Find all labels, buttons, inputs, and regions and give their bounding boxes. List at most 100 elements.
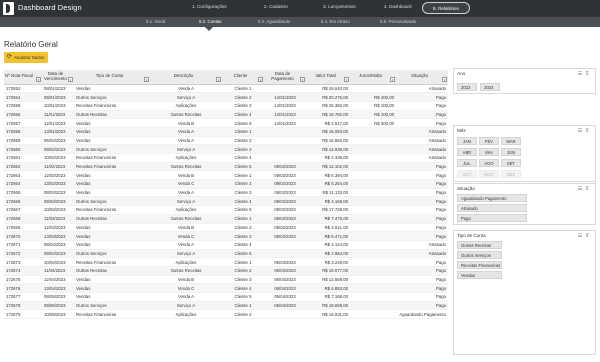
table-row[interactable]: 172665 08/03/2023 Vendas Venda A Cliente 3 09…	[4, 188, 448, 198]
filter-dropdown-icon[interactable]: ▾	[442, 76, 447, 82]
filter-dropdown-icon[interactable]: ▾	[344, 76, 349, 82]
filter-dropdown-icon[interactable]: ▾	[216, 76, 221, 82]
slicer-item-month[interactable]: ABR	[457, 148, 477, 156]
table-row[interactable]: 172663 12/02/2023 Vendas Venda B Cliente 1 09…	[4, 170, 448, 181]
slicer-item-month[interactable]: FEV	[479, 137, 499, 145]
slicer-item-month[interactable]: JUL	[457, 159, 477, 167]
table-row[interactable]: 172655 10/01/2023 Receitas Financeiras Apli…	[4, 101, 448, 111]
tab-lancamentos[interactable]: 3. Lançamentos	[323, 4, 356, 9]
slicer-item[interactable]: Aguardando Pagamento	[457, 194, 527, 202]
filter-dropdown-icon[interactable]: ▾	[144, 76, 149, 82]
cell-pagamento	[264, 84, 306, 94]
subtab-personalizado[interactable]: 5.5. Personalizado	[380, 19, 416, 24]
slicer-title: Mês	[457, 128, 466, 133]
slicer-item[interactable]: 2022	[457, 83, 477, 91]
cell-tipo-conta: Receitas Financeiras	[74, 162, 150, 172]
col-header-nota-fiscal: Nº Nota Fiscal ▾	[4, 70, 42, 85]
table-row[interactable]: 172659 06/02/2023 Vendas Venda A Cliente 2 R$…	[4, 136, 448, 146]
table-row[interactable]: 172677 08/05/2023 Vendas Venda A Cliente 5 06…	[4, 292, 448, 302]
table-row[interactable]: 172662 11/02/2023 Receitas Financeiras Outr…	[4, 162, 448, 172]
slicer-item-month[interactable]: AGO	[479, 159, 499, 167]
table-row[interactable]: 172661 10/02/2023 Receitas Financeiras Apli…	[4, 153, 448, 163]
slicer-item[interactable]: 2023	[480, 83, 500, 91]
slicer-item-month[interactable]: DEZ	[501, 170, 521, 178]
table-row[interactable]: 172678 09/05/2023 Outros Serviços Serviço A…	[4, 301, 448, 311]
table-row[interactable]: 172666 09/03/2023 Outros Serviços Serviço A…	[4, 196, 448, 207]
filter-dropdown-icon[interactable]: ▾	[36, 76, 41, 82]
filter-dropdown-icon[interactable]: ▾	[390, 76, 395, 82]
cell-pagamento: 09/02/2023	[264, 205, 306, 215]
table-row[interactable]: 172657 12/01/2023 Vendas Venda B Cliente 5 14…	[4, 118, 448, 128]
cell-valor-total: R$ 6.893,00	[306, 283, 350, 293]
table-row[interactable]: 172656 11/01/2023 Outras Receitas Outras Re…	[4, 110, 448, 120]
col-header-vencimento: Data de Vencimento ▾	[42, 70, 74, 85]
cell-situacao: Pago	[396, 266, 448, 276]
clear-filter-icon[interactable]: ⊽	[585, 71, 592, 77]
slicer-tipo-conta: Tipo de Conta ☰⊽ Outras Receitas Outros …	[453, 230, 596, 355]
table-row[interactable]: 172667 10/03/2023 Receitas Financeiras Apli…	[4, 205, 448, 215]
table-row[interactable]: 172671 08/04/2023 Vendas Venda A Cliente 4 R$…	[4, 240, 448, 250]
table-row[interactable]: 172668 11/03/2023 Outras Receitas Outras Re…	[4, 214, 448, 224]
table-row[interactable]: 172660 09/02/2023 Outros Serviços Serviço A…	[4, 144, 448, 154]
cell-nota-fiscal: 172667	[4, 205, 42, 215]
table-row[interactable]: 172675 12/04/2023 Vendas Venda B Cliente 3 06…	[4, 275, 448, 285]
cell-tipo-conta: Receitas Financeiras	[74, 101, 150, 111]
table-row[interactable]: 172658 13/01/2023 Vendas Venda A Cliente 1 R$…	[4, 127, 448, 137]
cell-pagamento: 14/01/2023	[264, 92, 306, 102]
slicer-item-month[interactable]: OUT	[457, 170, 477, 178]
table-row[interactable]: 172673 10/04/2023 Receitas Financeiras Apli…	[4, 257, 448, 267]
cell-valor-total: R$ 4.166,00	[306, 196, 350, 207]
cell-cliente: Cliente 3	[222, 188, 264, 198]
tab-dashboard[interactable]: 4. Dashboard	[384, 4, 412, 9]
cell-pagamento: 06/04/2023	[264, 283, 306, 293]
clear-filter-icon[interactable]: ⊽	[585, 128, 592, 134]
table-row[interactable]: 172654 09/01/2023 Outros Serviços Serviço A…	[4, 92, 448, 102]
slicer-item[interactable]: Outras Receitas	[457, 241, 502, 249]
slicer-item[interactable]: Outros Serviços	[457, 251, 502, 259]
slicer-item-month[interactable]: JUN	[501, 148, 521, 156]
cell-descricao: Venda B	[150, 223, 222, 233]
cell-descricao: Venda B	[150, 170, 222, 181]
refresh-data-button[interactable]: ⟳ Atualizar Dados	[4, 52, 49, 63]
slicer-item[interactable]: Receitas Financeiras	[457, 261, 502, 269]
table-row[interactable]: 172676 13/04/2023 Vendas Venda C Cliente 4 06…	[4, 283, 448, 293]
cell-nota-fiscal: 172665	[4, 188, 42, 198]
subtab-geral[interactable]: 5.1. Geral	[146, 19, 165, 24]
table-row[interactable]: 172653 08/01/2023 Vendas Venda A Cliente 1 R$…	[4, 84, 448, 94]
table-row[interactable]: 172672 09/04/2023 Outros Serviços Serviço A…	[4, 249, 448, 259]
cell-situacao: Pago	[396, 205, 448, 215]
slicer-item-month[interactable]: JAN	[457, 137, 477, 145]
subtab-em-atraso[interactable]: 5.4. Em Atraso	[321, 19, 350, 24]
table-row[interactable]: 172664 13/02/2023 Vendas Venda C Cliente 2 09…	[4, 179, 448, 189]
cell-descricao: Venda C	[150, 179, 222, 189]
cell-descricao: Serviço A	[150, 144, 222, 154]
table-row[interactable]: 172669 12/03/2023 Vendas Venda B Cliente 2 09…	[4, 223, 448, 233]
cell-cliente: Cliente 5	[222, 205, 264, 215]
table-row[interactable]: 172670 13/03/2023 Vendas Venda C Cliente 3 09…	[4, 231, 448, 241]
filter-dropdown-icon[interactable]: ▾	[68, 76, 73, 82]
cell-cliente: Cliente 3	[222, 144, 264, 154]
filter-dropdown-icon[interactable]: ▾	[258, 76, 263, 82]
filter-dropdown-icon[interactable]: ▾	[300, 76, 305, 82]
tab-relatorios[interactable]: 5. Relatórios	[422, 2, 470, 14]
clear-filter-icon[interactable]: ⊽	[585, 233, 592, 239]
tab-cadastro[interactable]: 2. Cadastro	[264, 4, 288, 9]
cell-cliente: Cliente 1	[222, 170, 264, 181]
cell-descricao: Aplicações	[150, 257, 222, 267]
slicer-item-month[interactable]: NOV	[479, 170, 499, 178]
table-row[interactable]: 172674 11/04/2023 Outras Receitas Outras Re…	[4, 266, 448, 276]
cell-nota-fiscal: 172656	[4, 110, 42, 120]
cell-valor-total: R$ 20.275,00	[306, 92, 350, 102]
tab-configuracoes[interactable]: 1. Configurações	[192, 4, 227, 9]
slicer-item-month[interactable]: MAR	[501, 137, 521, 145]
slicer-item[interactable]: Vendas	[457, 271, 502, 279]
cell-valor-total: R$ 7.475,00	[306, 214, 350, 224]
slicer-item-month[interactable]: SET	[501, 159, 521, 167]
slicer-item-month[interactable]: MAI	[479, 148, 499, 156]
table-row[interactable]: 172679 10/05/2023 Receitas Financeiras Apli…	[4, 309, 448, 320]
slicer-item[interactable]: Atrasado	[457, 204, 527, 212]
subtab-aguardando[interactable]: 5.3. Aguardando	[258, 19, 290, 24]
subtab-contas[interactable]: 5.2. Contas	[199, 19, 221, 24]
clear-filter-icon[interactable]: ⊽	[585, 186, 592, 192]
slicer-item[interactable]: Pago	[457, 214, 527, 222]
